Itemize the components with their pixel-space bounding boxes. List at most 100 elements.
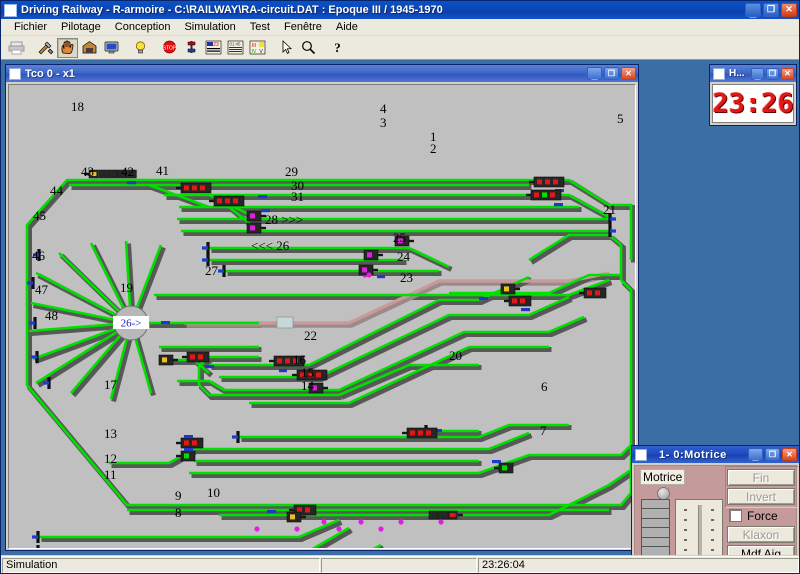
force-checkbox[interactable]: Force [727,507,795,524]
throttle-slider[interactable] [675,499,723,555]
motrice-window[interactable]: 1- 0:Motrice _ ❐ ✕ Motrice Fin Invert Fo… [631,445,799,555]
turnout-indicator[interactable] [366,272,372,278]
buffer-stop[interactable] [608,225,616,237]
minimize-button[interactable]: _ [745,3,761,18]
clock-maximize-button[interactable]: ❐ [766,67,779,80]
turnout-indicator[interactable] [254,526,260,532]
stop-icon-button[interactable]: STOP [159,37,180,58]
buffer-stop[interactable] [232,431,240,443]
track-segment[interactable] [39,518,340,539]
signal[interactable] [209,195,245,207]
tco-maximize-button[interactable]: ❐ [604,67,619,80]
pointer-icon-button[interactable] [276,37,297,58]
clock-schedule-icon-button[interactable]: 23 [203,37,224,58]
motrice-minimize-button[interactable]: _ [748,448,763,462]
print-icon-button[interactable] [6,37,27,58]
track-segment[interactable] [219,492,632,507]
tco-window-icon[interactable] [9,67,21,80]
track-detector[interactable] [479,297,488,301]
track-detector[interactable] [184,448,193,452]
track-segment[interactable] [109,543,382,549]
menu-item-conception[interactable]: Conception [108,20,178,34]
tco-close-button[interactable]: ✕ [621,67,636,80]
buffer-stop[interactable] [32,545,40,549]
track-detector[interactable] [184,435,193,439]
track-detector[interactable] [267,510,276,514]
klaxon-button[interactable]: Klaxon [727,526,795,543]
signal[interactable] [402,427,438,439]
turnout-indicator[interactable] [358,519,364,525]
signal[interactable] [176,182,212,194]
track-segment[interactable] [620,279,633,493]
track-detector[interactable] [258,195,267,199]
timetable-icon-button[interactable]: 01:45 [225,37,246,58]
fin-button[interactable]: Fin [727,469,795,486]
menu-item-simulation[interactable]: Simulation [177,20,242,34]
track-segment[interactable] [112,545,384,550]
tco-minimize-button[interactable]: _ [587,67,602,81]
turnout-indicator[interactable] [378,526,384,532]
turnout-indicator[interactable] [294,526,300,532]
buffer-stop[interactable] [202,242,210,254]
track-label: 41 [156,163,169,178]
clock-window-icon[interactable] [713,67,725,80]
tools-icon-button[interactable] [35,37,56,58]
turnout-indicator[interactable] [398,519,404,525]
motrice-maximize-button[interactable]: ❐ [765,448,780,461]
buffer-stop[interactable] [31,351,39,363]
signal[interactable] [176,437,204,449]
svg-text:26->: 26-> [121,318,142,330]
track-schematic[interactable]: 26-> 18 43 51243 42 41 2944 303145 28 >>>2146<<… [9,85,636,549]
clock-window-controls[interactable]: _ ❐ ✕ [751,67,796,81]
turnout-indicator[interactable] [321,519,327,525]
signal[interactable] [529,176,565,188]
track-detector[interactable] [161,321,170,325]
help-icon-button[interactable]: ? [327,37,348,58]
route-insulator[interactable] [276,316,294,329]
tco-window-controls[interactable]: _ ❐ ✕ [587,67,638,81]
signal-icon-button[interactable] [181,37,202,58]
maximize-button[interactable]: ❐ [763,3,779,17]
epoch-icon-button[interactable]: III IV V [247,37,268,58]
lightbulb-icon-button[interactable] [130,37,151,58]
track-detector[interactable] [279,369,287,373]
turnout-indicator[interactable] [336,526,342,532]
motrice-button-column[interactable]: Fin Invert Force Klaxon Mdf Aig Record -… [727,469,795,555]
track-detector[interactable] [554,203,563,207]
window-controls[interactable]: _ ❐ ✕ [745,3,797,18]
track-detector[interactable] [205,365,214,369]
clock-window[interactable]: H... _ ❐ ✕ 23 : 26 [709,64,797,126]
tco-track-diagram[interactable]: 26-> 18 4 3 5 1 2 43 42 41 29 44 30 31 45 28 >>> 21 46 <<… [8,84,636,549]
mdf-aig-button[interactable]: Mdf Aig [727,545,795,555]
buffer-stop[interactable] [218,265,226,277]
turnout-indicator[interactable] [438,519,444,525]
train-house-icon-button[interactable] [79,37,100,58]
track-detector[interactable] [377,275,385,279]
track-label: 5 [617,111,624,126]
toolbar[interactable]: STOP 23 01:45 III IV V ? [1,36,799,60]
motrice-close-button[interactable]: ✕ [782,448,797,461]
track-detector[interactable] [492,460,501,464]
track-detector[interactable] [127,181,136,185]
zoom-icon-button[interactable] [298,37,319,58]
menu-item-fentre[interactable]: Fenêtre [277,20,329,34]
track-detector[interactable] [521,308,530,312]
tco-window[interactable]: Tco 0 - x1 _ ❐ ✕ 26-> 18 4 3 5 1 2 43 42… [5,64,639,551]
close-button[interactable]: ✕ [781,3,797,17]
buffer-stop[interactable] [32,531,40,543]
force-checkbox-box[interactable] [729,509,742,522]
menu-item-test[interactable]: Test [243,20,277,34]
motrice-window-controls[interactable]: _ ❐ ✕ [748,448,799,462]
track-segment[interactable] [27,292,36,395]
motrice-window-icon[interactable] [635,448,647,461]
clock-close-button[interactable]: ✕ [781,67,794,80]
clock-minimize-button[interactable]: _ [751,67,764,81]
menu-item-pilotage[interactable]: Pilotage [54,20,108,34]
invert-button[interactable]: Invert [727,488,795,505]
monitor-icon-button[interactable] [101,37,122,58]
menu-bar[interactable]: Fichier Pilotage Conception Simulation Test F… [1,19,799,36]
menu-item-aide[interactable]: Aide [329,20,365,34]
signal[interactable] [526,189,562,201]
menu-item-fichier[interactable]: Fichier [7,20,54,34]
hand-icon-button[interactable] [57,37,78,58]
